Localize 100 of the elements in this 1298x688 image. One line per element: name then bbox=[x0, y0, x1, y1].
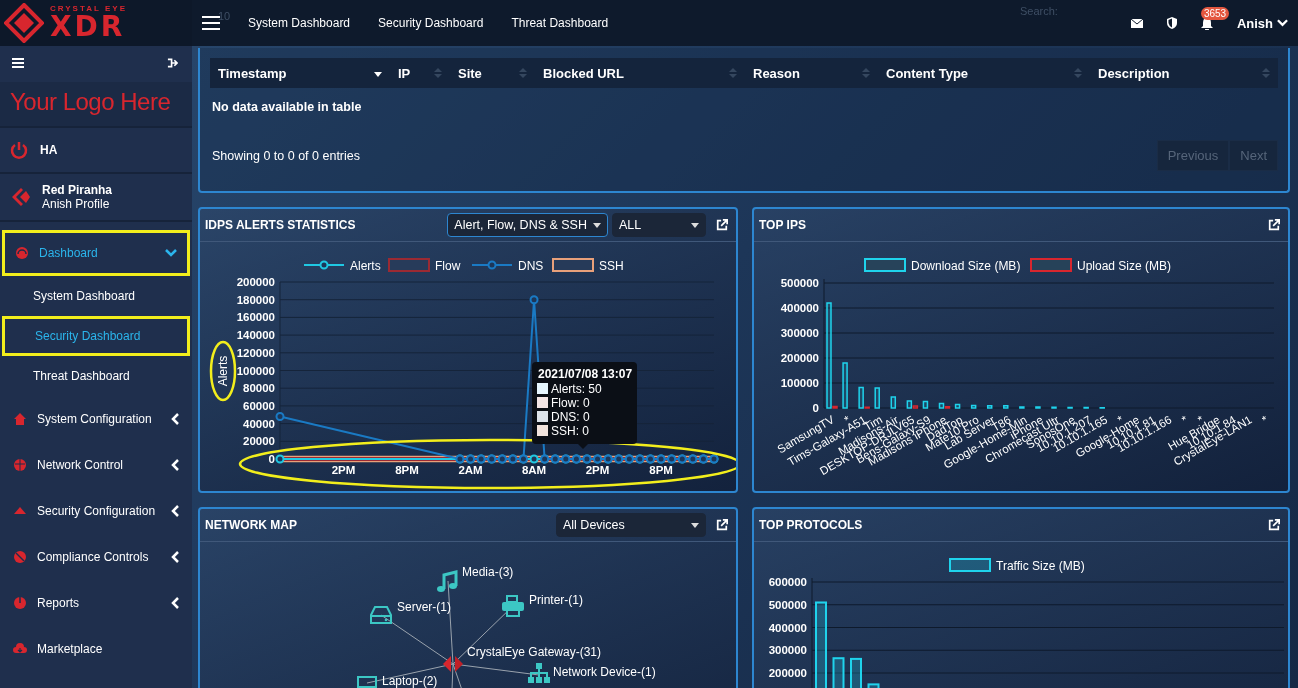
nav-link[interactable]: System Dashboard bbox=[248, 16, 351, 30]
column-header[interactable]: Reason bbox=[745, 65, 878, 81]
sitemap-icon bbox=[528, 663, 550, 683]
user-menu[interactable]: Anish bbox=[1236, 15, 1288, 31]
y-tick-label: 200000 bbox=[780, 352, 819, 364]
tooltip-line: DNS: 0 bbox=[551, 410, 590, 424]
menu-icon[interactable] bbox=[12, 58, 24, 68]
nav-link[interactable]: Security Dashboard bbox=[378, 16, 484, 30]
sidebar-item[interactable]: Security Dashboard bbox=[2, 316, 190, 356]
chevron-left-icon bbox=[171, 551, 179, 563]
panel-title: NETWORK MAP bbox=[205, 518, 298, 532]
bar bbox=[986, 405, 993, 409]
printer-icon bbox=[502, 595, 524, 617]
external-link-icon[interactable] bbox=[716, 219, 728, 231]
legend-item[interactable]: Alerts bbox=[303, 259, 381, 273]
bar bbox=[1083, 406, 1089, 409]
legend-label: Flow bbox=[435, 259, 461, 273]
caret-icon bbox=[691, 522, 699, 528]
logo-icon bbox=[443, 656, 463, 672]
caret-icon bbox=[691, 222, 699, 228]
bar bbox=[1035, 406, 1041, 409]
type-dropdown[interactable]: Alert, Flow, DNS & SSH bbox=[447, 213, 608, 237]
sidebar-item[interactable]: Marketplace bbox=[0, 626, 192, 672]
column-header[interactable]: Site bbox=[450, 65, 535, 81]
legend-item[interactable]: Upload Size (MB) bbox=[1030, 258, 1172, 273]
legend-label: Download Size (MB) bbox=[911, 259, 1021, 273]
external-link-icon[interactable] bbox=[716, 519, 728, 531]
bar bbox=[874, 387, 880, 409]
profile-subtitle: Anish Profile bbox=[42, 197, 111, 211]
shield-icon[interactable] bbox=[1166, 17, 1177, 29]
bar bbox=[1051, 406, 1057, 409]
legend-item[interactable]: Download Size (MB) bbox=[864, 258, 1021, 273]
bar bbox=[832, 657, 845, 688]
range-dropdown[interactable]: ALL bbox=[612, 213, 706, 237]
sidebar-item[interactable]: Reports bbox=[0, 580, 192, 626]
bar bbox=[850, 657, 862, 688]
tooltip-line: Alerts: 50 bbox=[551, 382, 602, 396]
sidebar-item[interactable]: Compliance Controls bbox=[0, 534, 192, 580]
y-axis-label: Alerts bbox=[216, 355, 230, 387]
y-tick-label: 600000 bbox=[768, 576, 807, 588]
column-header[interactable]: Blocked URL bbox=[535, 65, 745, 81]
tooltip-title: 2021/07/08 13:07 bbox=[538, 367, 633, 381]
logout-icon[interactable] bbox=[167, 58, 178, 68]
y-tick-label: 120000 bbox=[236, 346, 275, 359]
brand-name: XDR bbox=[50, 13, 127, 41]
x-tick-label: 8PM bbox=[395, 464, 419, 476]
column-header[interactable]: Timestamp bbox=[210, 65, 390, 81]
ha-label: HA bbox=[40, 143, 58, 157]
profile-name: Red Piranha bbox=[42, 183, 113, 197]
x-tick-label: 2PM bbox=[331, 464, 356, 476]
bar bbox=[842, 362, 848, 409]
bar bbox=[1067, 406, 1073, 409]
brand-tagline: CRYSTAL EYE bbox=[50, 5, 127, 13]
column-header[interactable]: IP bbox=[390, 65, 450, 81]
panel-title: IDPS ALERTS STATISTICS bbox=[205, 218, 357, 232]
tooltip-line: Flow: 0 bbox=[551, 396, 590, 410]
external-link-icon[interactable] bbox=[1268, 519, 1280, 531]
sidebar-item[interactable]: Network Control bbox=[0, 442, 192, 488]
y-tick-label: 60000 bbox=[243, 399, 275, 412]
y-tick-label: 160000 bbox=[236, 311, 275, 324]
y-tick-label: 200000 bbox=[236, 276, 275, 288]
x-tick-label: * bbox=[1260, 413, 1270, 426]
power-icon bbox=[10, 141, 28, 159]
legend-item[interactable]: DNS bbox=[471, 259, 544, 273]
sidebar-item[interactable]: System Configuration bbox=[0, 396, 192, 442]
hard-drive-icon bbox=[370, 606, 392, 624]
y-tick-label: 0 bbox=[812, 402, 819, 414]
sidebar-item[interactable]: System Dashboard bbox=[0, 276, 192, 316]
cloud-download-icon bbox=[13, 642, 27, 656]
y-tick-label: 100000 bbox=[780, 377, 819, 389]
column-header[interactable]: Content Type bbox=[878, 65, 1090, 81]
chevron-left-icon bbox=[171, 413, 179, 425]
logo-icon bbox=[4, 3, 44, 43]
chevron-down-icon bbox=[1277, 19, 1288, 27]
external-link-icon[interactable] bbox=[1268, 219, 1280, 231]
node-label: CrystalEye Gateway-(31) bbox=[467, 645, 602, 659]
node-label: Laptop-(2) bbox=[382, 674, 438, 688]
tooltip-line: SSH: 0 bbox=[551, 424, 589, 438]
bar bbox=[954, 403, 961, 409]
nav-link[interactable]: Threat Dashboard bbox=[511, 16, 609, 30]
device-dropdown[interactable]: All Devices bbox=[556, 513, 706, 537]
bar bbox=[1019, 406, 1025, 409]
sidebar-item[interactable]: Security Configuration bbox=[0, 488, 192, 534]
bar bbox=[1003, 405, 1009, 409]
sidebar-item[interactable]: Dashboard bbox=[2, 230, 190, 276]
y-tick-label: 400000 bbox=[780, 302, 819, 314]
mail-icon[interactable] bbox=[1130, 18, 1143, 28]
chevron-down-icon bbox=[165, 249, 177, 257]
node-label: Media-(3) bbox=[462, 565, 514, 579]
legend-item[interactable]: Traffic Size (MB) bbox=[949, 558, 1085, 573]
panel-title: TOP IPS bbox=[759, 218, 807, 232]
y-tick-label: 40000 bbox=[243, 417, 275, 430]
sidebar-item[interactable]: Threat Dashboard bbox=[0, 356, 192, 396]
pie-icon bbox=[13, 596, 27, 610]
x-tick-label: 8AM bbox=[521, 464, 547, 476]
logo-icon bbox=[10, 186, 32, 208]
y-tick-label: 300000 bbox=[768, 644, 807, 657]
menu-icon[interactable] bbox=[202, 16, 220, 30]
column-header[interactable]: Description bbox=[1090, 65, 1278, 81]
y-tick-label: 0 bbox=[268, 453, 275, 465]
